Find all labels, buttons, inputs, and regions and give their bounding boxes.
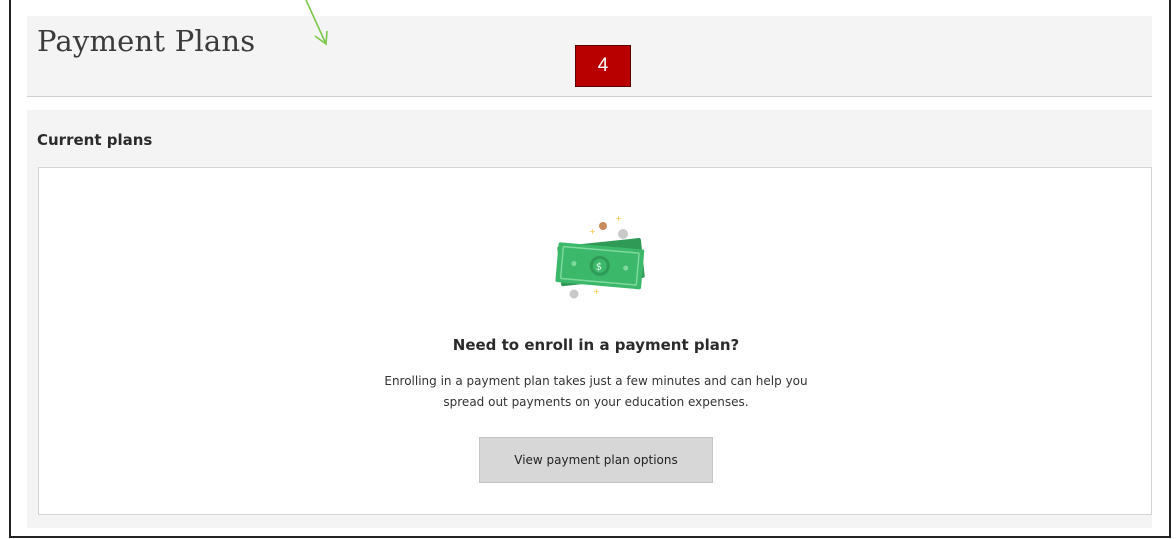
empty-state-description-line: Enrolling in a payment plan takes just a… (384, 374, 808, 388)
current-plans-section: Current plans + + + $ Need to enroll in … (27, 110, 1152, 528)
annotation-arrow-icon (305, 0, 328, 46)
money-bills-icon: + + + $ (555, 214, 645, 299)
empty-state-description-line: spread out payments on your education ex… (443, 395, 749, 409)
page-title: Payment Plans (37, 24, 256, 58)
step-number-badge: 4 (575, 45, 631, 87)
svg-text:+: + (589, 227, 596, 236)
view-payment-plan-options-button[interactable]: View payment plan options (479, 437, 713, 483)
section-heading: Current plans (37, 131, 153, 149)
svg-text:+: + (593, 287, 600, 296)
page-header: Payment Plans 4 (27, 16, 1152, 97)
svg-text:+: + (615, 214, 622, 223)
empty-state-title: Need to enroll in a payment plan? (452, 336, 740, 354)
empty-state-description: Enrolling in a payment plan takes just a… (39, 371, 1153, 413)
svg-text:$: $ (595, 261, 602, 273)
empty-state-card: + + + $ Need to enroll in a payment plan… (38, 167, 1152, 515)
